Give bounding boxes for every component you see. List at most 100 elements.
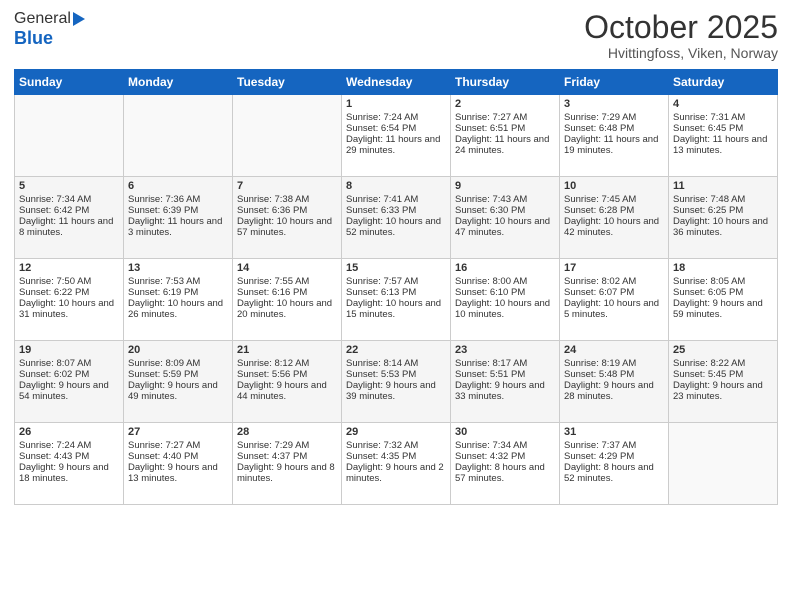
sunset: Sunset: 5:56 PM: [237, 369, 307, 380]
calendar-week-2: 5Sunrise: 7:34 AMSunset: 6:42 PMDaylight…: [15, 177, 778, 259]
calendar-cell: 30Sunrise: 7:34 AMSunset: 4:32 PMDayligh…: [451, 423, 560, 505]
sunrise: Sunrise: 8:17 AM: [455, 358, 527, 369]
day-number: 20: [128, 344, 228, 356]
daylight: Daylight: 9 hours and 23 minutes.: [673, 380, 763, 402]
sunset: Sunset: 4:43 PM: [19, 451, 89, 462]
daylight: Daylight: 8 hours and 57 minutes.: [455, 462, 545, 484]
sunrise: Sunrise: 8:22 AM: [673, 358, 745, 369]
calendar-cell: 25Sunrise: 8:22 AMSunset: 5:45 PMDayligh…: [669, 341, 778, 423]
sunset: Sunset: 6:10 PM: [455, 287, 525, 298]
calendar-cell: 3Sunrise: 7:29 AMSunset: 6:48 PMDaylight…: [560, 95, 669, 177]
sunset: Sunset: 6:05 PM: [673, 287, 743, 298]
daylight: Daylight: 9 hours and 28 minutes.: [564, 380, 654, 402]
sunrise: Sunrise: 7:34 AM: [455, 440, 527, 451]
sunrise: Sunrise: 7:41 AM: [346, 194, 418, 205]
daylight: Daylight: 9 hours and 2 minutes.: [346, 462, 444, 484]
col-thursday: Thursday: [451, 70, 560, 95]
calendar-cell: 24Sunrise: 8:19 AMSunset: 5:48 PMDayligh…: [560, 341, 669, 423]
location: Hvittingfoss, Viken, Norway: [584, 45, 778, 61]
day-number: 17: [564, 262, 664, 274]
calendar-cell: 18Sunrise: 8:05 AMSunset: 6:05 PMDayligh…: [669, 259, 778, 341]
daylight: Daylight: 10 hours and 15 minutes.: [346, 298, 441, 320]
daylight: Daylight: 9 hours and 8 minutes.: [237, 462, 335, 484]
sunrise: Sunrise: 8:14 AM: [346, 358, 418, 369]
sunrise: Sunrise: 7:37 AM: [564, 440, 636, 451]
sunset: Sunset: 6:28 PM: [564, 205, 634, 216]
daylight: Daylight: 10 hours and 42 minutes.: [564, 216, 659, 238]
calendar-cell: 20Sunrise: 8:09 AMSunset: 5:59 PMDayligh…: [124, 341, 233, 423]
day-number: 28: [237, 426, 337, 438]
daylight: Daylight: 10 hours and 52 minutes.: [346, 216, 441, 238]
daylight: Daylight: 11 hours and 8 minutes.: [19, 216, 113, 238]
calendar-cell: 29 Sunrise: 7:32 AMSunset: 4:35 PMDayligh…: [342, 423, 451, 505]
daylight: Daylight: 9 hours and 59 minutes.: [673, 298, 763, 320]
sunset: Sunset: 6:45 PM: [673, 123, 743, 134]
daylight: Daylight: 10 hours and 26 minutes.: [128, 298, 223, 320]
calendar-table: Sunday Monday Tuesday Wednesday Thursday…: [14, 69, 778, 505]
sunrise: Sunrise: 7:32 AM: [346, 440, 418, 451]
sunset: Sunset: 6:16 PM: [237, 287, 307, 298]
calendar-cell: 7Sunrise: 7:38 AMSunset: 6:36 PMDaylight…: [233, 177, 342, 259]
sunset: Sunset: 4:35 PM: [346, 451, 416, 462]
day-number: 9: [455, 180, 555, 192]
day-number: 31: [564, 426, 664, 438]
daylight: Daylight: 10 hours and 47 minutes.: [455, 216, 550, 238]
calendar-cell: [15, 95, 124, 177]
day-number: 8: [346, 180, 446, 192]
sunrise: Sunrise: 7:24 AM: [19, 440, 91, 451]
sunset: Sunset: 6:54 PM: [346, 123, 416, 134]
month-title: October 2025: [584, 10, 778, 45]
daylight: Daylight: 9 hours and 33 minutes.: [455, 380, 545, 402]
day-number: 7: [237, 180, 337, 192]
sunset: Sunset: 6:07 PM: [564, 287, 634, 298]
calendar-cell: 13Sunrise: 7:53 AMSunset: 6:19 PMDayligh…: [124, 259, 233, 341]
calendar-week-4: 19Sunrise: 8:07 AMSunset: 6:02 PMDayligh…: [15, 341, 778, 423]
calendar-cell: 31 Sunrise: 7:37 AMSunset: 4:29 PMDayligh…: [560, 423, 669, 505]
day-number: 23: [455, 344, 555, 356]
day-number: 4: [673, 98, 773, 110]
col-saturday: Saturday: [669, 70, 778, 95]
daylight: Daylight: 9 hours and 18 minutes.: [19, 462, 109, 484]
sunrise: Sunrise: 7:50 AM: [19, 276, 91, 287]
sunrise: Sunrise: 7:45 AM: [564, 194, 636, 205]
day-number: 19: [19, 344, 119, 356]
daylight: Daylight: 11 hours and 13 minutes.: [673, 134, 767, 156]
col-sunday: Sunday: [15, 70, 124, 95]
sunrise: Sunrise: 7:48 AM: [673, 194, 745, 205]
calendar-cell: [124, 95, 233, 177]
daylight: Daylight: 10 hours and 10 minutes.: [455, 298, 550, 320]
sunrise: Sunrise: 7:55 AM: [237, 276, 309, 287]
day-number: 27: [128, 426, 228, 438]
sunset: Sunset: 6:33 PM: [346, 205, 416, 216]
sunset: Sunset: 6:13 PM: [346, 287, 416, 298]
daylight: Daylight: 10 hours and 57 minutes.: [237, 216, 332, 238]
calendar-cell: 6Sunrise: 7:36 AMSunset: 6:39 PMDaylight…: [124, 177, 233, 259]
sunset: Sunset: 6:48 PM: [564, 123, 634, 134]
sunrise: Sunrise: 8:12 AM: [237, 358, 309, 369]
daylight: Daylight: 11 hours and 29 minutes.: [346, 134, 440, 156]
daylight: Daylight: 8 hours and 52 minutes.: [564, 462, 654, 484]
day-number: 29: [346, 426, 446, 438]
logo-general-text: General: [14, 10, 71, 28]
sunrise: Sunrise: 7:38 AM: [237, 194, 309, 205]
sunset: Sunset: 6:39 PM: [128, 205, 198, 216]
calendar-cell: 5Sunrise: 7:34 AMSunset: 6:42 PMDaylight…: [15, 177, 124, 259]
day-number: 21: [237, 344, 337, 356]
calendar-cell: [233, 95, 342, 177]
sunrise: Sunrise: 7:24 AM: [346, 112, 418, 123]
daylight: Daylight: 11 hours and 19 minutes.: [564, 134, 658, 156]
day-number: 18: [673, 262, 773, 274]
sunrise: Sunrise: 7:57 AM: [346, 276, 418, 287]
sunrise: Sunrise: 7:31 AM: [673, 112, 745, 123]
daylight: Daylight: 9 hours and 49 minutes.: [128, 380, 218, 402]
day-number: 13: [128, 262, 228, 274]
calendar-cell: 9Sunrise: 7:43 AMSunset: 6:30 PMDaylight…: [451, 177, 560, 259]
header-row: Sunday Monday Tuesday Wednesday Thursday…: [15, 70, 778, 95]
sunrise: Sunrise: 8:19 AM: [564, 358, 636, 369]
sunset: Sunset: 6:02 PM: [19, 369, 89, 380]
sunset: Sunset: 6:25 PM: [673, 205, 743, 216]
calendar-week-1: 1Sunrise: 7:24 AMSunset: 6:54 PMDaylight…: [15, 95, 778, 177]
day-number: 14: [237, 262, 337, 274]
sunset: Sunset: 4:29 PM: [564, 451, 634, 462]
daylight: Daylight: 9 hours and 39 minutes.: [346, 380, 436, 402]
